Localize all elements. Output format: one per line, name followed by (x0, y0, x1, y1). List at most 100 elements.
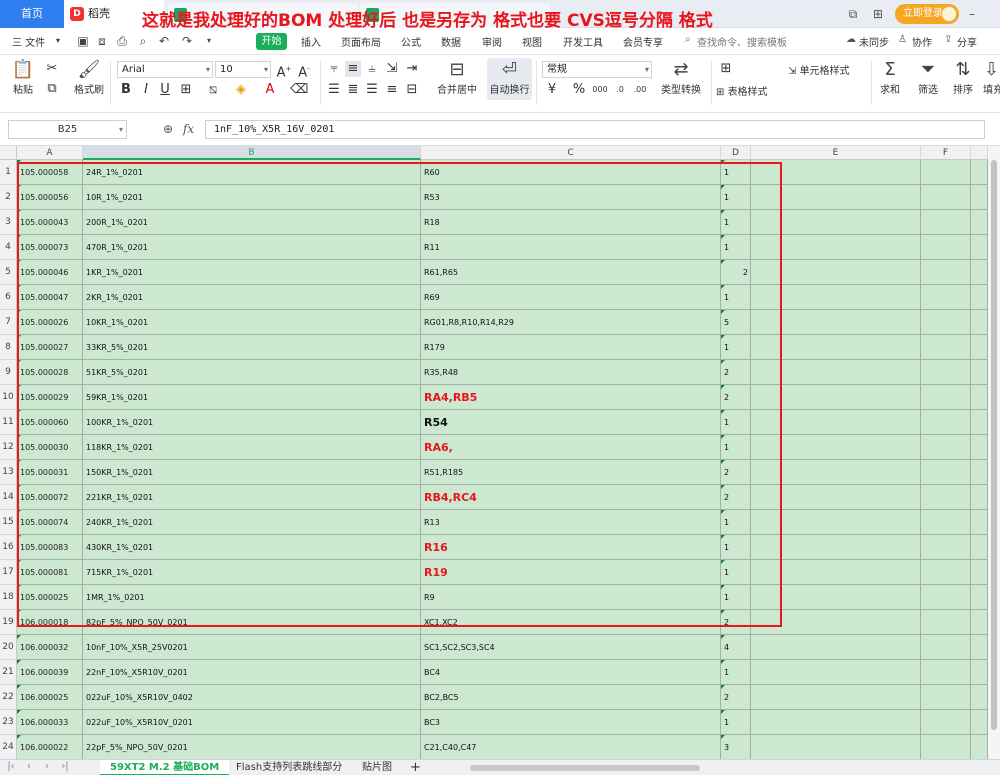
cell-quantity[interactable]: 2 (721, 385, 751, 410)
cell-quantity[interactable]: 1 (721, 560, 751, 585)
sheet-tab-flash[interactable]: Flash支持列表跳线部分 (226, 760, 352, 775)
cell-quantity[interactable]: 1 (721, 210, 751, 235)
cell-part-number[interactable]: 105.000030 (17, 435, 83, 460)
row-header[interactable]: 15 (0, 510, 17, 535)
row-header[interactable]: 4 (0, 235, 17, 260)
save-icon[interactable]: ▣ (76, 34, 90, 48)
column-header-f[interactable]: F (921, 146, 971, 160)
row-header[interactable]: 5 (0, 260, 17, 285)
cell-empty[interactable] (971, 660, 988, 685)
cell-part-number[interactable]: 105.000043 (17, 210, 83, 235)
cell-quantity[interactable]: 1 (721, 710, 751, 735)
tab-insert[interactable]: 插入 (301, 34, 321, 49)
cell-empty[interactable] (751, 460, 921, 485)
cell-quantity[interactable]: 1 (721, 410, 751, 435)
cell-empty[interactable] (751, 610, 921, 635)
cell-part-number[interactable]: 105.000029 (17, 385, 83, 410)
cell-empty[interactable] (971, 735, 988, 759)
cell-designators[interactable]: R60 (421, 160, 721, 185)
fill-button[interactable]: ⇩ 填充 (983, 59, 1000, 96)
copy-icon[interactable]: ⧉ (44, 81, 60, 97)
cell-empty[interactable] (751, 585, 921, 610)
cell-description[interactable]: 10R_1%_0201 (83, 185, 421, 210)
row-header[interactable]: 20 (0, 635, 17, 660)
cell-quantity[interactable]: 1 (721, 335, 751, 360)
cell-empty[interactable] (921, 610, 971, 635)
font-name-select[interactable]: Arial ▾ (117, 61, 213, 78)
cell-empty[interactable] (921, 235, 971, 260)
cell-empty[interactable] (921, 735, 971, 759)
row-header[interactable]: 12 (0, 435, 17, 460)
cell-empty[interactable] (921, 435, 971, 460)
cell-part-number[interactable]: 105.000072 (17, 485, 83, 510)
cell-empty[interactable] (751, 160, 921, 185)
cell-part-number[interactable]: 106.000018 (17, 610, 83, 635)
justify-icon[interactable]: ≡ (384, 82, 400, 98)
cell-designators[interactable]: XC1,XC2 (421, 610, 721, 635)
cell-quantity[interactable]: 1 (721, 285, 751, 310)
cell-description[interactable]: 10nF_10%_X5R_25V0201 (83, 635, 421, 660)
cell-quantity[interactable]: 2 (721, 260, 751, 285)
cell-designators[interactable]: R9 (421, 585, 721, 610)
cell-description[interactable]: 59KR_1%_0201 (83, 385, 421, 410)
prev-sheet-icon[interactable]: ‹ (22, 761, 36, 772)
row-header[interactable]: 9 (0, 360, 17, 385)
select-all-corner[interactable] (0, 146, 17, 160)
column-header-d[interactable]: D (721, 146, 751, 160)
cell-part-number[interactable]: 105.000025 (17, 585, 83, 610)
cell-empty[interactable] (921, 485, 971, 510)
cell-part-number[interactable]: 105.000074 (17, 510, 83, 535)
cell-designators[interactable]: SC1,SC2,SC3,SC4 (421, 635, 721, 660)
cell-quantity[interactable]: 1 (721, 185, 751, 210)
cell-description[interactable]: 82pF_5%_NPO_50V_0201 (83, 610, 421, 635)
cell-empty[interactable] (751, 710, 921, 735)
cell-designators[interactable]: BC3 (421, 710, 721, 735)
cell-description[interactable]: 10KR_1%_0201 (83, 310, 421, 335)
increase-font-icon[interactable]: A+ (276, 61, 292, 80)
horizontal-scroll-thumb[interactable] (470, 765, 700, 771)
paste-button[interactable]: 📋 粘贴 (8, 59, 38, 96)
cell-quantity[interactable]: 1 (721, 585, 751, 610)
cell-empty[interactable] (921, 285, 971, 310)
cell-empty[interactable] (971, 285, 988, 310)
cell-empty[interactable] (921, 510, 971, 535)
cell-description[interactable]: 150KR_1%_0201 (83, 460, 421, 485)
cell-empty[interactable] (971, 710, 988, 735)
formula-input[interactable]: 1nF_10%_X5R_16V_0201 (205, 120, 985, 139)
wrap-text-button[interactable]: ⏎ 自动换行 (487, 59, 532, 96)
cell-empty[interactable] (971, 335, 988, 360)
print-icon[interactable]: ⎙ (115, 34, 129, 48)
cell-empty[interactable] (971, 435, 988, 460)
cell-empty[interactable] (921, 460, 971, 485)
underline-icon[interactable]: U (157, 82, 173, 98)
align-left-icon[interactable]: ☰ (326, 82, 342, 98)
cell-empty[interactable] (751, 735, 921, 759)
home-tab[interactable]: 首页 (0, 0, 64, 28)
cell-designators[interactable]: R51,R185 (421, 460, 721, 485)
cell-empty[interactable] (751, 335, 921, 360)
cell-empty[interactable] (751, 185, 921, 210)
row-header[interactable]: 1 (0, 160, 17, 185)
cell-quantity[interactable]: 1 (721, 510, 751, 535)
bold-icon[interactable]: B (118, 82, 134, 98)
align-top-icon[interactable]: ⫧ (326, 61, 342, 77)
sync-status[interactable]: 未同步 (859, 34, 889, 49)
cell-empty[interactable] (971, 485, 988, 510)
thousands-icon[interactable]: 000 (592, 82, 608, 98)
vertical-scroll-thumb[interactable] (991, 160, 997, 730)
row-header[interactable]: 6 (0, 285, 17, 310)
italic-icon[interactable]: I (138, 82, 154, 98)
cell-designators[interactable]: BC2,BC5 (421, 685, 721, 710)
file-menu-chevron-icon[interactable]: ▾ (56, 36, 60, 45)
cell-empty[interactable] (971, 560, 988, 585)
cell-empty[interactable] (971, 260, 988, 285)
cell-description[interactable]: 022uF_10%_X5R10V_0402 (83, 685, 421, 710)
cell-empty[interactable] (921, 260, 971, 285)
number-format-select[interactable]: 常规 ▾ (542, 61, 652, 78)
clear-format-icon[interactable]: ⌫ (290, 82, 308, 98)
row-header[interactable]: 19 (0, 610, 17, 635)
orientation-icon[interactable]: ⇲ (384, 61, 400, 77)
undo-icon[interactable]: ↶ (157, 34, 171, 48)
row-header[interactable]: 7 (0, 310, 17, 335)
cell-quantity[interactable]: 2 (721, 610, 751, 635)
